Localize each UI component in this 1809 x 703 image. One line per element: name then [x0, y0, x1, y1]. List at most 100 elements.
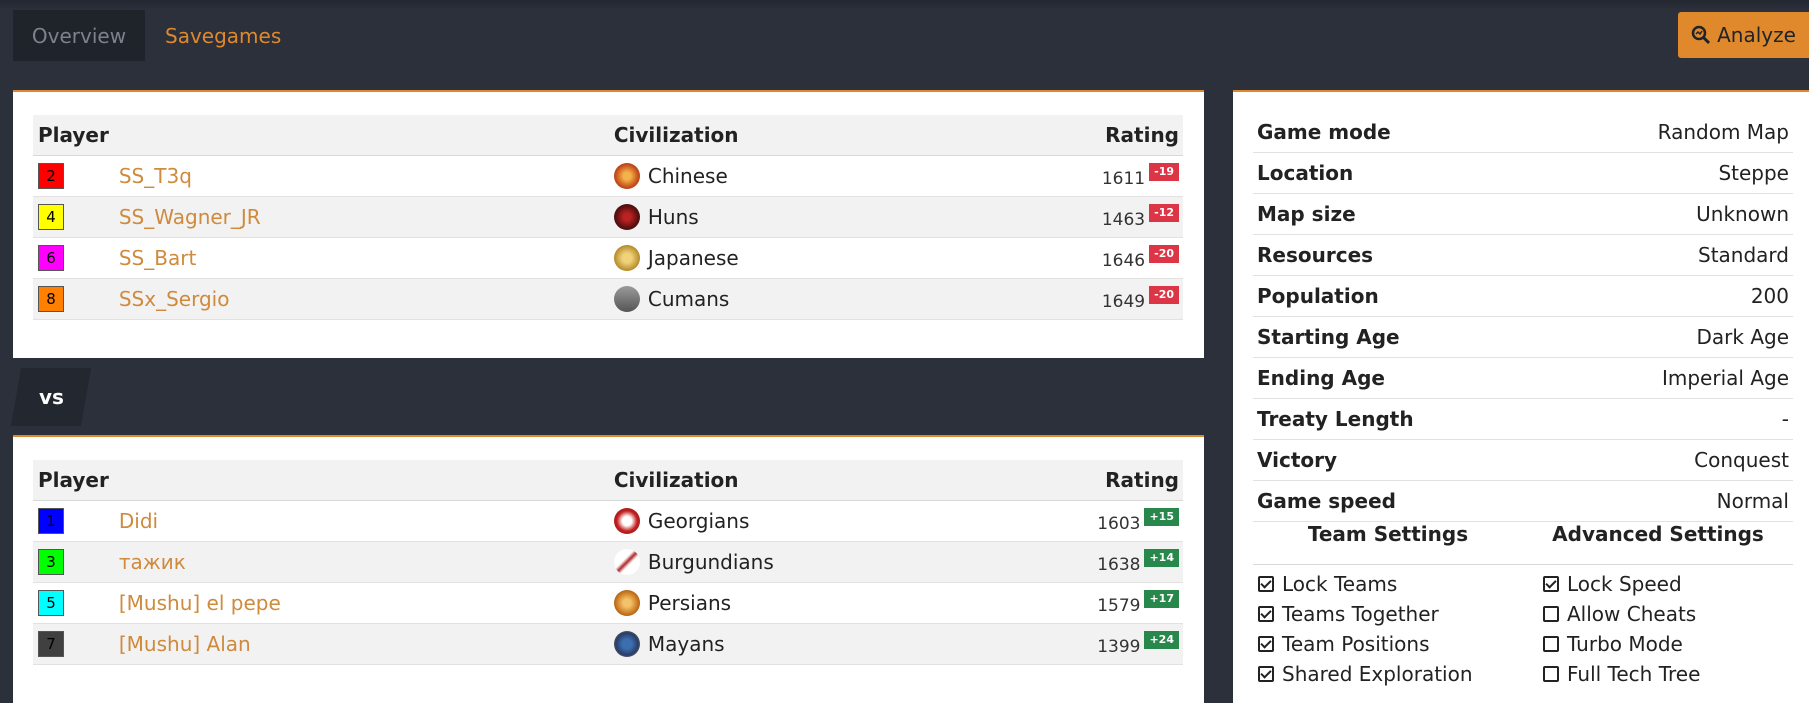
- rating-cell: 1579 +17: [1038, 582, 1183, 624]
- setting-row-map-size: Map size Unknown: [1253, 194, 1793, 235]
- setting-label: Resources: [1257, 243, 1374, 267]
- rating-value: 1638: [1097, 554, 1141, 575]
- checkbox-label: Lock Speed: [1567, 572, 1682, 596]
- setting-value: Dark Age: [1696, 325, 1790, 349]
- checked-box-icon: [1543, 576, 1559, 592]
- table-row: 3 тажик Burgundians 1638 +14: [33, 541, 1183, 583]
- tab-savegames[interactable]: Savegames: [145, 10, 301, 61]
- team2-table: Player Civilization Rating 1 Didi Georgian…: [33, 460, 1183, 665]
- table-row: 7 [Mushu] Alan Mayans 1399 +24: [33, 623, 1183, 665]
- unchecked-box-icon: [1543, 636, 1559, 652]
- player-color-swatch: 6: [38, 244, 64, 271]
- rating: 1399 +24: [1097, 630, 1179, 657]
- setting-row-ending-age: Ending Age Imperial Age: [1253, 358, 1793, 399]
- civilization-name: Japanese: [647, 245, 739, 270]
- settings-divider: [1253, 564, 1793, 565]
- rating-change-badge: -12: [1149, 203, 1179, 222]
- checkbox-lock-teams: Lock Teams: [1258, 569, 1397, 599]
- rating-cell: 1463 -12: [1038, 196, 1183, 238]
- setting-label: Location: [1257, 161, 1354, 185]
- checkbox-teams-together: Teams Together: [1258, 599, 1439, 629]
- table-row: 1 Didi Georgians 1603 +15: [33, 500, 1183, 542]
- player-name-cell: Didi: [113, 500, 609, 542]
- checked-box-icon: [1258, 576, 1274, 592]
- player-name-cell: [Mushu] el pepe: [113, 582, 609, 624]
- setting-row-location: Location Steppe: [1253, 153, 1793, 194]
- player-color-cell: 3: [33, 541, 114, 583]
- civilization-name: Chinese: [647, 163, 728, 188]
- table-header-row: Player Civilization Rating: [33, 115, 1183, 156]
- rating: 1603 +15: [1097, 507, 1179, 534]
- player-name-link[interactable]: SS_Bart: [119, 246, 196, 270]
- setting-row-game-mode: Game mode Random Map: [1253, 112, 1793, 153]
- civilization-name: Cumans: [647, 286, 730, 311]
- civilization-cell: Cumans: [608, 278, 1039, 320]
- setting-label: Ending Age: [1257, 366, 1385, 390]
- player-name-link[interactable]: SS_Wagner_JR: [119, 205, 261, 229]
- player-name-cell: SSx_Sergio: [113, 278, 609, 320]
- georgians-emblem-icon: [613, 507, 640, 534]
- player-name-cell: [Mushu] Alan: [113, 623, 609, 665]
- setting-value: Random Map: [1657, 120, 1789, 144]
- setting-label: Game speed: [1257, 489, 1396, 513]
- civilization: Chinese: [613, 162, 1034, 189]
- top-strip: [0, 0, 1809, 10]
- rating-cell: 1638 +14: [1038, 541, 1183, 583]
- rating-value: 1603: [1097, 513, 1141, 534]
- rating-cell: 1603 +15: [1038, 500, 1183, 542]
- checkbox-lock-speed: Lock Speed: [1543, 569, 1682, 599]
- player-header: Player: [33, 460, 114, 501]
- checkbox-turbo-mode: Turbo Mode: [1543, 629, 1683, 659]
- setting-row-starting-age: Starting Age Dark Age: [1253, 317, 1793, 358]
- setting-row-victory: Victory Conquest: [1253, 440, 1793, 481]
- rating-header: Rating: [1038, 115, 1183, 156]
- player-color-swatch: 1: [38, 507, 64, 534]
- checkbox-allow-cheats: Allow Cheats: [1543, 599, 1696, 629]
- burgundians-emblem-icon: [613, 548, 640, 575]
- rating-cell: 1399 +24: [1038, 623, 1183, 665]
- team2-panel: Player Civilization Rating 1 Didi Georgian…: [13, 435, 1204, 703]
- player-color-cell: 4: [33, 196, 114, 238]
- player-name-link[interactable]: [Mushu] Alan: [119, 632, 251, 656]
- analyze-label: Analyze: [1717, 23, 1796, 47]
- checkbox-label: Turbo Mode: [1567, 632, 1683, 656]
- tab-overview[interactable]: Overview: [13, 10, 145, 61]
- huns-emblem-icon: [613, 203, 640, 230]
- player-color-swatch: 3: [38, 548, 64, 575]
- japanese-emblem-icon: [613, 244, 640, 271]
- unchecked-box-icon: [1543, 666, 1559, 682]
- setting-value: Unknown: [1696, 202, 1789, 226]
- player-name-link[interactable]: Didi: [119, 509, 158, 533]
- rating: 1638 +14: [1097, 548, 1179, 575]
- rating-change-badge: +17: [1144, 589, 1179, 608]
- player-header: Player: [33, 115, 114, 156]
- civilization-name: Persians: [647, 590, 732, 615]
- analyze-icon: [1691, 25, 1711, 45]
- setting-value: Conquest: [1694, 448, 1789, 472]
- player-color-swatch: 2: [38, 162, 64, 189]
- analyze-button[interactable]: Analyze: [1678, 12, 1809, 58]
- civilization-name: Huns: [647, 204, 699, 229]
- rating: 1649 -20: [1102, 285, 1179, 312]
- player-name-link[interactable]: [Mushu] el pepe: [119, 591, 281, 615]
- player-name-cell: SS_Bart: [113, 237, 609, 279]
- player-color-cell: 8: [33, 278, 114, 320]
- setting-label: Population: [1257, 284, 1379, 308]
- rating-value: 1463: [1101, 209, 1146, 230]
- setting-value: Imperial Age: [1661, 366, 1789, 390]
- rating: 1646 -20: [1102, 244, 1179, 271]
- player-name-header: [113, 115, 609, 156]
- civilization-name: Georgians: [647, 508, 750, 533]
- rating: 1579 +17: [1097, 589, 1179, 616]
- player-name-link[interactable]: тажик: [119, 550, 186, 574]
- rating-cell: 1646 -20: [1038, 237, 1183, 279]
- rating-value: 1579: [1097, 595, 1141, 616]
- checkbox-label: Team Positions: [1282, 632, 1430, 656]
- player-name-link[interactable]: SSx_Sergio: [119, 287, 230, 311]
- table-row: 8 SSx_Sergio Cumans 1649 -20: [33, 278, 1183, 320]
- advanced-settings-title: Advanced Settings: [1552, 522, 1764, 546]
- player-color-swatch: 4: [38, 203, 64, 230]
- mayans-emblem-icon: [613, 630, 640, 657]
- civilization-cell: Mayans: [608, 623, 1039, 665]
- player-name-link[interactable]: SS_T3q: [119, 164, 192, 188]
